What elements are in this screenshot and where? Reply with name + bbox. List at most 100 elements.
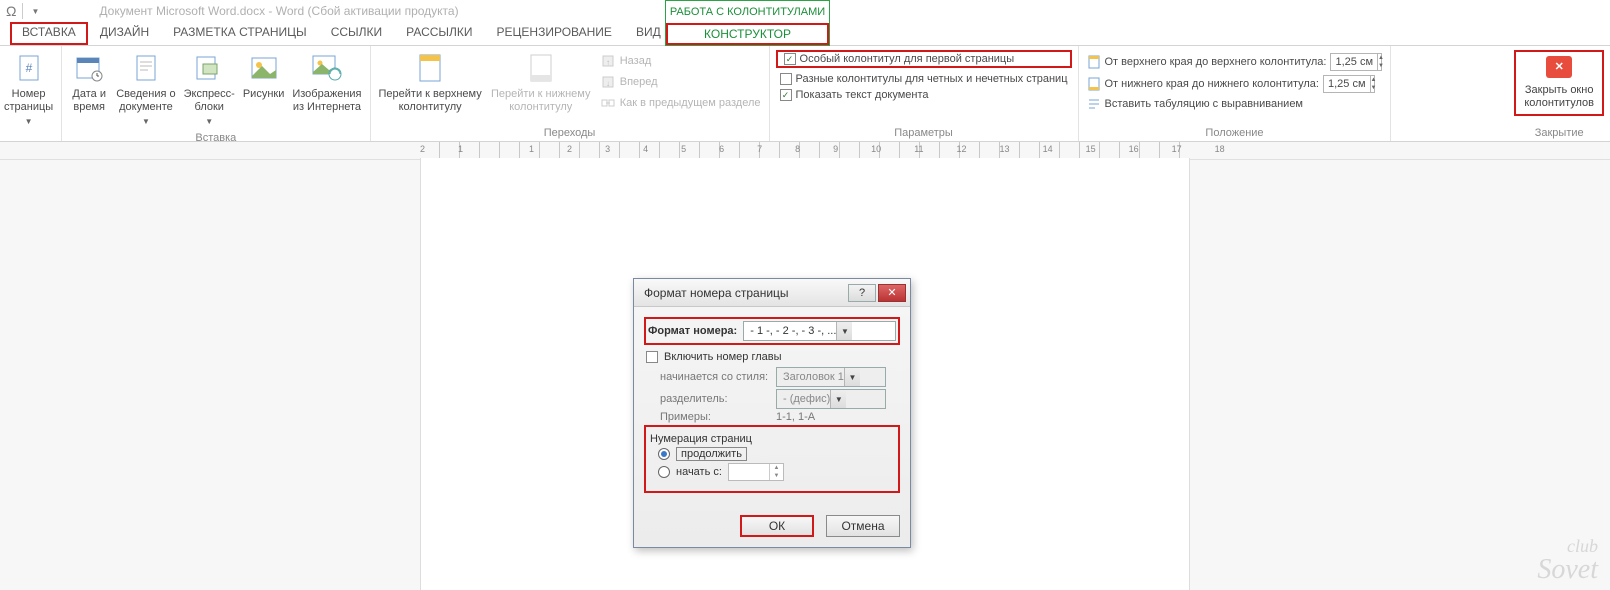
contextual-title: РАБОТА С КОЛОНТИТУЛАМИ — [666, 1, 829, 23]
pictures-label: Рисунки — [243, 88, 285, 101]
separator-label: разделитель: — [660, 393, 770, 405]
footer-icon — [525, 52, 557, 84]
page-numbering-group: Нумерация страниц продолжить начать с: ▲… — [644, 425, 900, 493]
radio-continue-label: продолжить — [676, 447, 747, 461]
group-navigation: Перейти к верхнему колонтитулу Перейти к… — [371, 46, 770, 141]
ruler-top-icon — [1087, 55, 1101, 69]
opt-show-doc-checkbox[interactable]: Показать текст документа — [776, 88, 1072, 102]
opt-odd-even-label: Разные колонтитулы для четных и нечетных… — [796, 73, 1068, 85]
dialog-help-button[interactable]: ? — [848, 284, 876, 302]
quick-parts-button[interactable]: Экспресс- блоки ▼ — [180, 48, 239, 130]
pos-bottom-value: 1,25 см — [1324, 78, 1370, 90]
cancel-button[interactable]: Отмена — [826, 515, 900, 537]
watermark: club Sovet — [1537, 534, 1598, 582]
svg-text:↓: ↓ — [606, 79, 610, 88]
ruler-numbers: 21 123 456 789 101112 131415 161718 — [420, 144, 1225, 154]
number-format-label: Формат номера: — [648, 325, 737, 337]
ruler-bottom-icon — [1087, 77, 1101, 91]
svg-text:#: # — [25, 61, 32, 75]
nav-back-label: Назад — [620, 55, 652, 67]
online-picture-icon — [311, 52, 343, 84]
calendar-icon — [73, 52, 105, 84]
number-format-row: Формат номера: - 1 -, - 2 -, - 3 -, ... … — [644, 317, 900, 345]
group-position: От верхнего края до верхнего колонтитула… — [1079, 46, 1392, 141]
opt-show-doc-label: Показать текст документа — [796, 89, 929, 101]
dialog-titlebar[interactable]: Формат номера страницы ? ✕ — [634, 279, 910, 307]
svg-text:↑: ↑ — [606, 58, 610, 67]
tab-mailings[interactable]: РАССЫЛКИ — [394, 22, 484, 45]
close-label: Закрыть окно колонтитулов — [1524, 84, 1594, 110]
pos-top-label: От верхнего края до верхнего колонтитула… — [1105, 56, 1327, 68]
tab-page-layout[interactable]: РАЗМЕТКА СТРАНИЦЫ — [161, 22, 319, 45]
arrow-down-icon: ↓ — [600, 74, 616, 90]
nav-forward-label: Вперед — [620, 76, 658, 88]
pos-bottom-row: От нижнего края до нижнего колонтитула: … — [1083, 74, 1387, 94]
dropdown-icon: ▼ — [205, 115, 213, 128]
contextual-tab-group: РАБОТА С КОЛОНТИТУЛАМИ КОНСТРУКТОР — [665, 0, 830, 46]
tab-design[interactable]: ДИЗАЙН — [88, 22, 161, 45]
examples-label: Примеры: — [660, 411, 770, 423]
quick-parts-label: Экспресс- блоки — [184, 88, 235, 114]
goto-header-label: Перейти к верхнему колонтитулу — [379, 88, 482, 114]
dialog-title: Формат номера страницы — [644, 286, 789, 300]
group-options: Особый колонтитул для первой страницы Ра… — [770, 46, 1079, 141]
close-header-footer-button[interactable]: ✕ Закрыть окно колонтитулов — [1514, 50, 1604, 116]
pos-tab-button[interactable]: Вставить табуляцию с выравниванием — [1083, 96, 1387, 112]
group-options-label: Параметры — [774, 125, 1074, 141]
document-info-button[interactable]: Сведения о документе ▼ — [112, 48, 179, 130]
separator-combo: - (дефис) ▼ — [776, 389, 886, 409]
examples-value: 1-1, 1-A — [776, 411, 815, 423]
radio-continue[interactable]: продолжить — [658, 447, 894, 461]
pictures-button[interactable]: Рисунки — [239, 48, 289, 103]
pos-top-spinner[interactable]: 1,25 см ▲▼ — [1330, 53, 1382, 71]
goto-header-button[interactable]: Перейти к верхнему колонтитулу — [375, 48, 486, 116]
tab-align-icon — [1087, 97, 1101, 111]
radio-start-at[interactable]: начать с: ▲▼ — [658, 463, 894, 481]
page-number-icon: # — [13, 52, 45, 84]
nav-prev-section-label: Как в предыдущем разделе — [620, 97, 761, 109]
symbol-dropdown-icon[interactable]: ▼ — [31, 7, 39, 16]
starts-with-label: начинается со стиля: — [660, 371, 770, 383]
radio-icon — [658, 448, 670, 460]
include-chapter-checkbox[interactable]: Включить номер главы — [646, 351, 898, 363]
online-pictures-button[interactable]: Изображения из Интернета — [288, 48, 365, 116]
page-numbering-title: Нумерация страниц — [650, 433, 894, 445]
group-close-label: Закрытие — [1512, 125, 1606, 141]
opt-first-page-checkbox[interactable]: Особый колонтитул для первой страницы — [780, 52, 1068, 66]
picture-icon — [248, 52, 280, 84]
radio-start-at-label: начать с: — [676, 466, 722, 478]
pos-top-value: 1,25 см — [1331, 56, 1377, 68]
nav-forward-button: ↓ Вперед — [596, 73, 765, 91]
pos-bottom-label: От нижнего края до нижнего колонтитула: — [1105, 78, 1319, 90]
radio-icon — [658, 466, 670, 478]
link-icon — [600, 95, 616, 111]
tab-insert[interactable]: ВСТАВКА — [10, 22, 88, 45]
dialog-close-button[interactable]: ✕ — [878, 284, 906, 302]
opt-odd-even-checkbox[interactable]: Разные колонтитулы для четных и нечетных… — [776, 72, 1072, 86]
checkbox-icon — [646, 351, 658, 363]
header-icon — [414, 52, 446, 84]
tab-constructor[interactable]: КОНСТРУКТОР — [666, 23, 829, 45]
number-format-value: - 1 -, - 2 -, - 3 -, ... — [750, 325, 836, 337]
tab-review[interactable]: РЕЦЕНЗИРОВАНИЕ — [485, 22, 624, 45]
ok-button[interactable]: ОК — [740, 515, 814, 537]
start-at-spinner[interactable]: ▲▼ — [728, 463, 784, 481]
online-pictures-label: Изображения из Интернета — [292, 88, 361, 114]
date-time-button[interactable]: Дата и время — [66, 48, 112, 116]
chevron-down-icon: ▼ — [830, 390, 846, 408]
checkbox-icon — [780, 73, 792, 85]
tab-references[interactable]: ССЫЛКИ — [319, 22, 394, 45]
document-info-label: Сведения о документе — [116, 88, 175, 114]
group-position-label: Положение — [1083, 125, 1387, 141]
date-time-label: Дата и время — [72, 88, 106, 114]
number-format-combo[interactable]: - 1 -, - 2 -, - 3 -, ... ▼ — [743, 321, 896, 341]
chapter-fieldset: начинается со стиля: Заголовок 1 ▼ разде… — [660, 367, 898, 423]
separator-value: - (дефис) — [783, 393, 830, 405]
pos-bottom-spinner[interactable]: 1,25 см ▲▼ — [1323, 75, 1375, 93]
page-number-label: Номер страницы — [4, 88, 53, 114]
group-navigation-label: Переходы — [375, 125, 765, 141]
starts-with-value: Заголовок 1 — [783, 371, 844, 383]
page-number-button[interactable]: # Номер страницы ▼ — [0, 48, 57, 130]
document-info-icon — [130, 52, 162, 84]
quick-parts-icon — [193, 52, 225, 84]
